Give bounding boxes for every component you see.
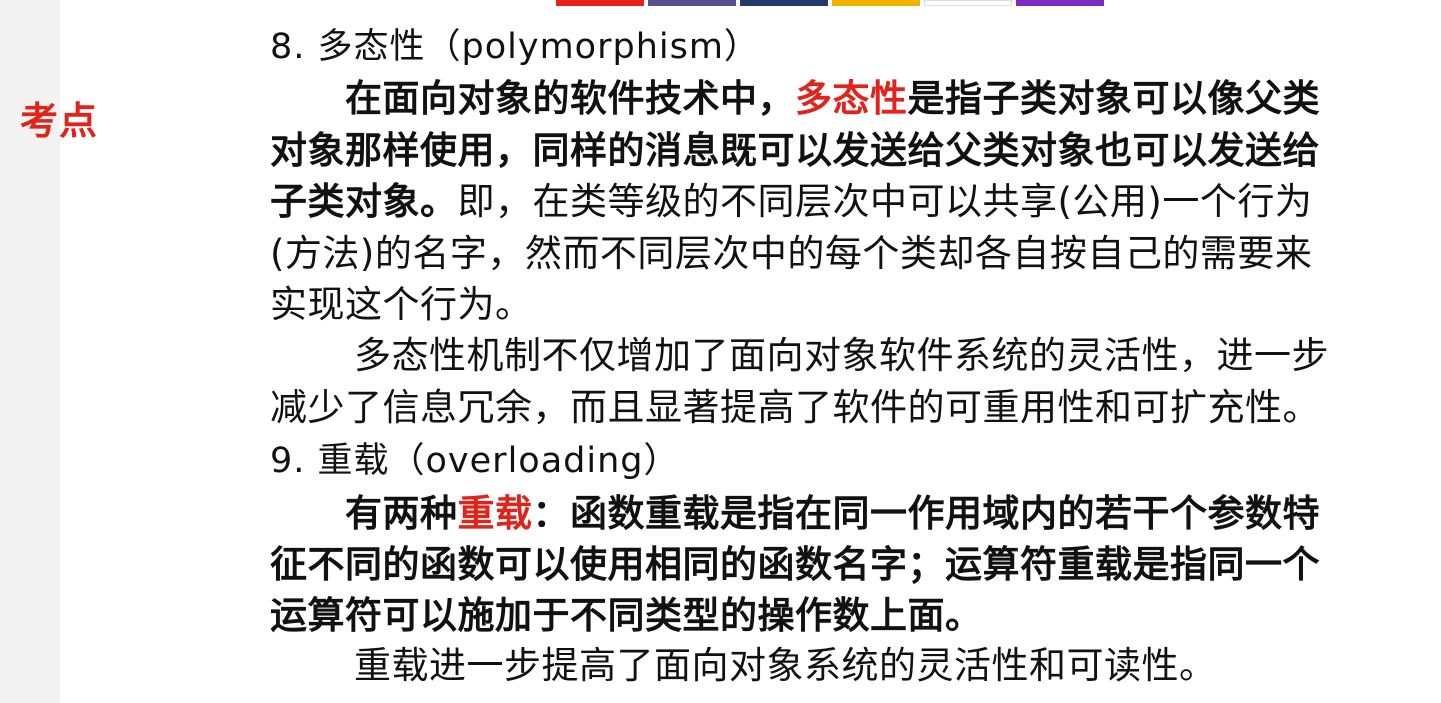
overloading-definition-line-3: 运算符可以施加于不同类型的操作数上面。: [270, 594, 983, 638]
polymorphism-definition-line-1: 在面向对象的软件技术中，多态性是指子类对象可以像父类: [270, 73, 1430, 124]
strip-segment-purple-gray: [648, 0, 736, 6]
strip-segment-navy: [740, 0, 828, 6]
keyword-highlight: 多态性: [795, 77, 908, 121]
definition-text: ：函数重载是指在同一作用域内的若干个参数特: [532, 491, 1320, 535]
strip-segment-red: [556, 0, 644, 6]
section-heading-overloading: 9. 重载（overloading）: [270, 441, 680, 482]
definition-text: 有两种: [345, 491, 458, 535]
overloading-note-line-1: 重载进一步提高了面向对象系统的灵活性和可读性。: [354, 643, 1217, 687]
margin-label: 考点: [20, 99, 99, 143]
polymorphism-definition-line-2: 对象那样使用，同样的消息既可以发送给父类对象也可以发送给: [270, 128, 1320, 172]
polymorphism-definition-line-5: 实现这个行为。: [270, 282, 533, 326]
strip-segment-violet: [1016, 0, 1104, 6]
section-heading-polymorphism: 8. 多态性（polymorphism）: [270, 27, 760, 67]
polymorphism-note-line-2: 减少了信息冗余，而且显著提高了软件的可重用性和可扩充性。: [270, 385, 1320, 429]
keyword-highlight: 重载: [457, 491, 533, 535]
polymorphism-definition-line-3: 子类对象。即，在类等级的不同层次中可以共享(公用)一个行为: [270, 176, 1430, 227]
definition-text: 是指子类对象可以像父类: [907, 77, 1320, 121]
explanation-text: 即，在类等级的不同层次中可以共享(公用)一个行为: [457, 180, 1313, 224]
strip-segment-yellow: [832, 0, 920, 6]
definition-text: 子类对象。: [270, 180, 458, 224]
top-color-strip: [556, 0, 1104, 6]
strip-segment-white: [924, 0, 1012, 6]
polymorphism-definition-line-4: (方法)的名字，然而不同层次中的每个类却各自按自己的需要来: [270, 231, 1313, 275]
definition-text: 在面向对象的软件技术中，: [345, 77, 795, 121]
overloading-definition-line-1: 有两种重载：函数重载是指在同一作用域内的若干个参数特: [270, 488, 1430, 539]
slide-content: 8. 多态性（polymorphism） 在面向对象的软件技术中，多态性是指子类…: [270, 22, 1430, 690]
polymorphism-note-line-1: 多态性机制不仅增加了面向对象软件系统的灵活性，进一步: [354, 334, 1329, 378]
overloading-definition-line-2: 征不同的函数可以使用相同的函数名字；运算符重载是指同一个: [270, 542, 1320, 586]
